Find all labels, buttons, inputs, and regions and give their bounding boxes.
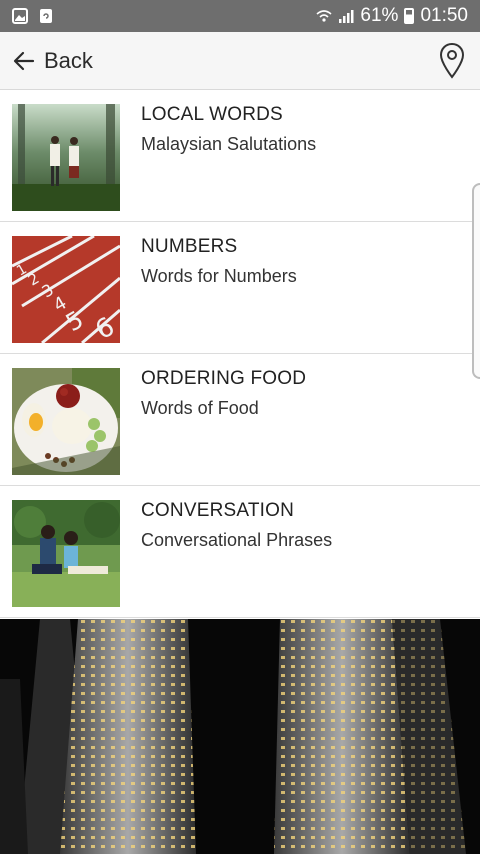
location-button[interactable] <box>436 41 468 81</box>
numbers-thumbnail: 1 2 3 4 5 6 <box>12 236 120 343</box>
arrow-left-icon <box>13 51 35 70</box>
item-title: NUMBERS <box>141 236 238 257</box>
banner-photo-petronas-towers <box>0 619 480 854</box>
item-title: LOCAL WORDS <box>141 104 283 125</box>
ordering-food-thumbnail <box>12 368 120 475</box>
item-subtitle: Malaysian Salutations <box>141 134 317 154</box>
back-label: Back <box>44 47 93 73</box>
status-bar: 61% 01:50 <box>0 0 480 32</box>
phone-sync-icon <box>40 9 52 23</box>
map-pin-icon <box>439 42 465 79</box>
item-subtitle: Words for Numbers <box>141 266 297 286</box>
clock: 01:50 <box>420 5 468 26</box>
conversation-thumbnail <box>12 500 120 607</box>
gallery-icon <box>12 8 28 24</box>
side-drawer-handle[interactable] <box>472 183 480 379</box>
list-item-conversation[interactable]: CONVERSATION Conversational Phrases <box>0 486 480 618</box>
signal-icon <box>339 10 354 23</box>
item-title: ORDERING FOOD <box>141 368 307 389</box>
item-subtitle: Words of Food <box>141 398 259 418</box>
list-item-ordering-food[interactable]: ORDERING FOOD Words of Food <box>0 354 480 486</box>
battery-icon <box>404 8 415 24</box>
back-button[interactable]: Back <box>12 48 93 74</box>
battery-percent: 61% <box>360 5 399 26</box>
app-bar: Back <box>0 32 480 90</box>
local-words-thumbnail <box>12 104 120 211</box>
list-item-numbers[interactable]: 1 2 3 4 5 6 NUMBERS Words for Numbers <box>0 222 480 354</box>
item-subtitle: Conversational Phrases <box>141 530 333 550</box>
category-list: LOCAL WORDS Malaysian Salutations 1 2 3 … <box>0 90 480 618</box>
wifi-icon <box>316 10 332 22</box>
list-item-local-words[interactable]: LOCAL WORDS Malaysian Salutations <box>0 90 480 222</box>
item-title: CONVERSATION <box>141 500 295 521</box>
